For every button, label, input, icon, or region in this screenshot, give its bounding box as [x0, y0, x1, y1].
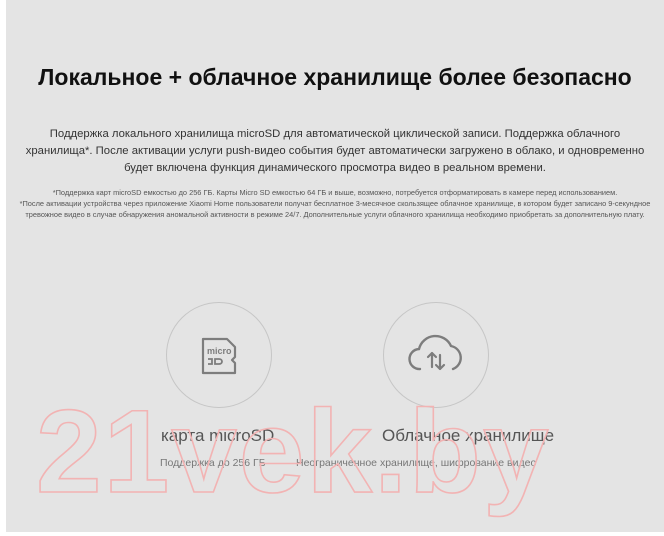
- microsd-feature-circle: micro: [166, 302, 272, 408]
- microsd-title: карта microSD: [161, 426, 275, 445]
- page-title: Локальное + облачное хранилище более без…: [38, 64, 632, 90]
- footnotes: *Поддержка карт microSD емкостью до 256 …: [14, 187, 656, 220]
- cloud-sync-icon: [408, 334, 462, 371]
- content-panel: Локальное + облачное хранилище более без…: [6, 0, 664, 532]
- cloud-subtitle: Неограниченное хранилище, шифрование вид…: [296, 457, 537, 469]
- description-text: Поддержка локального хранилища microSD д…: [25, 128, 645, 174]
- cloud-feature-circle: [383, 302, 489, 408]
- footnote-microsd: *Поддержка карт microSD емкостью до 256 …: [52, 188, 618, 197]
- cloud-title: Облачное хранилище: [382, 426, 555, 445]
- microsd-icon-text: micro: [207, 346, 232, 356]
- footnote-cloud: *После активации устройства через прилож…: [19, 199, 651, 219]
- microsd-subtitle: Поддержка до 256 ГБ: [160, 457, 266, 469]
- microsd-card-icon: micro: [201, 337, 237, 375]
